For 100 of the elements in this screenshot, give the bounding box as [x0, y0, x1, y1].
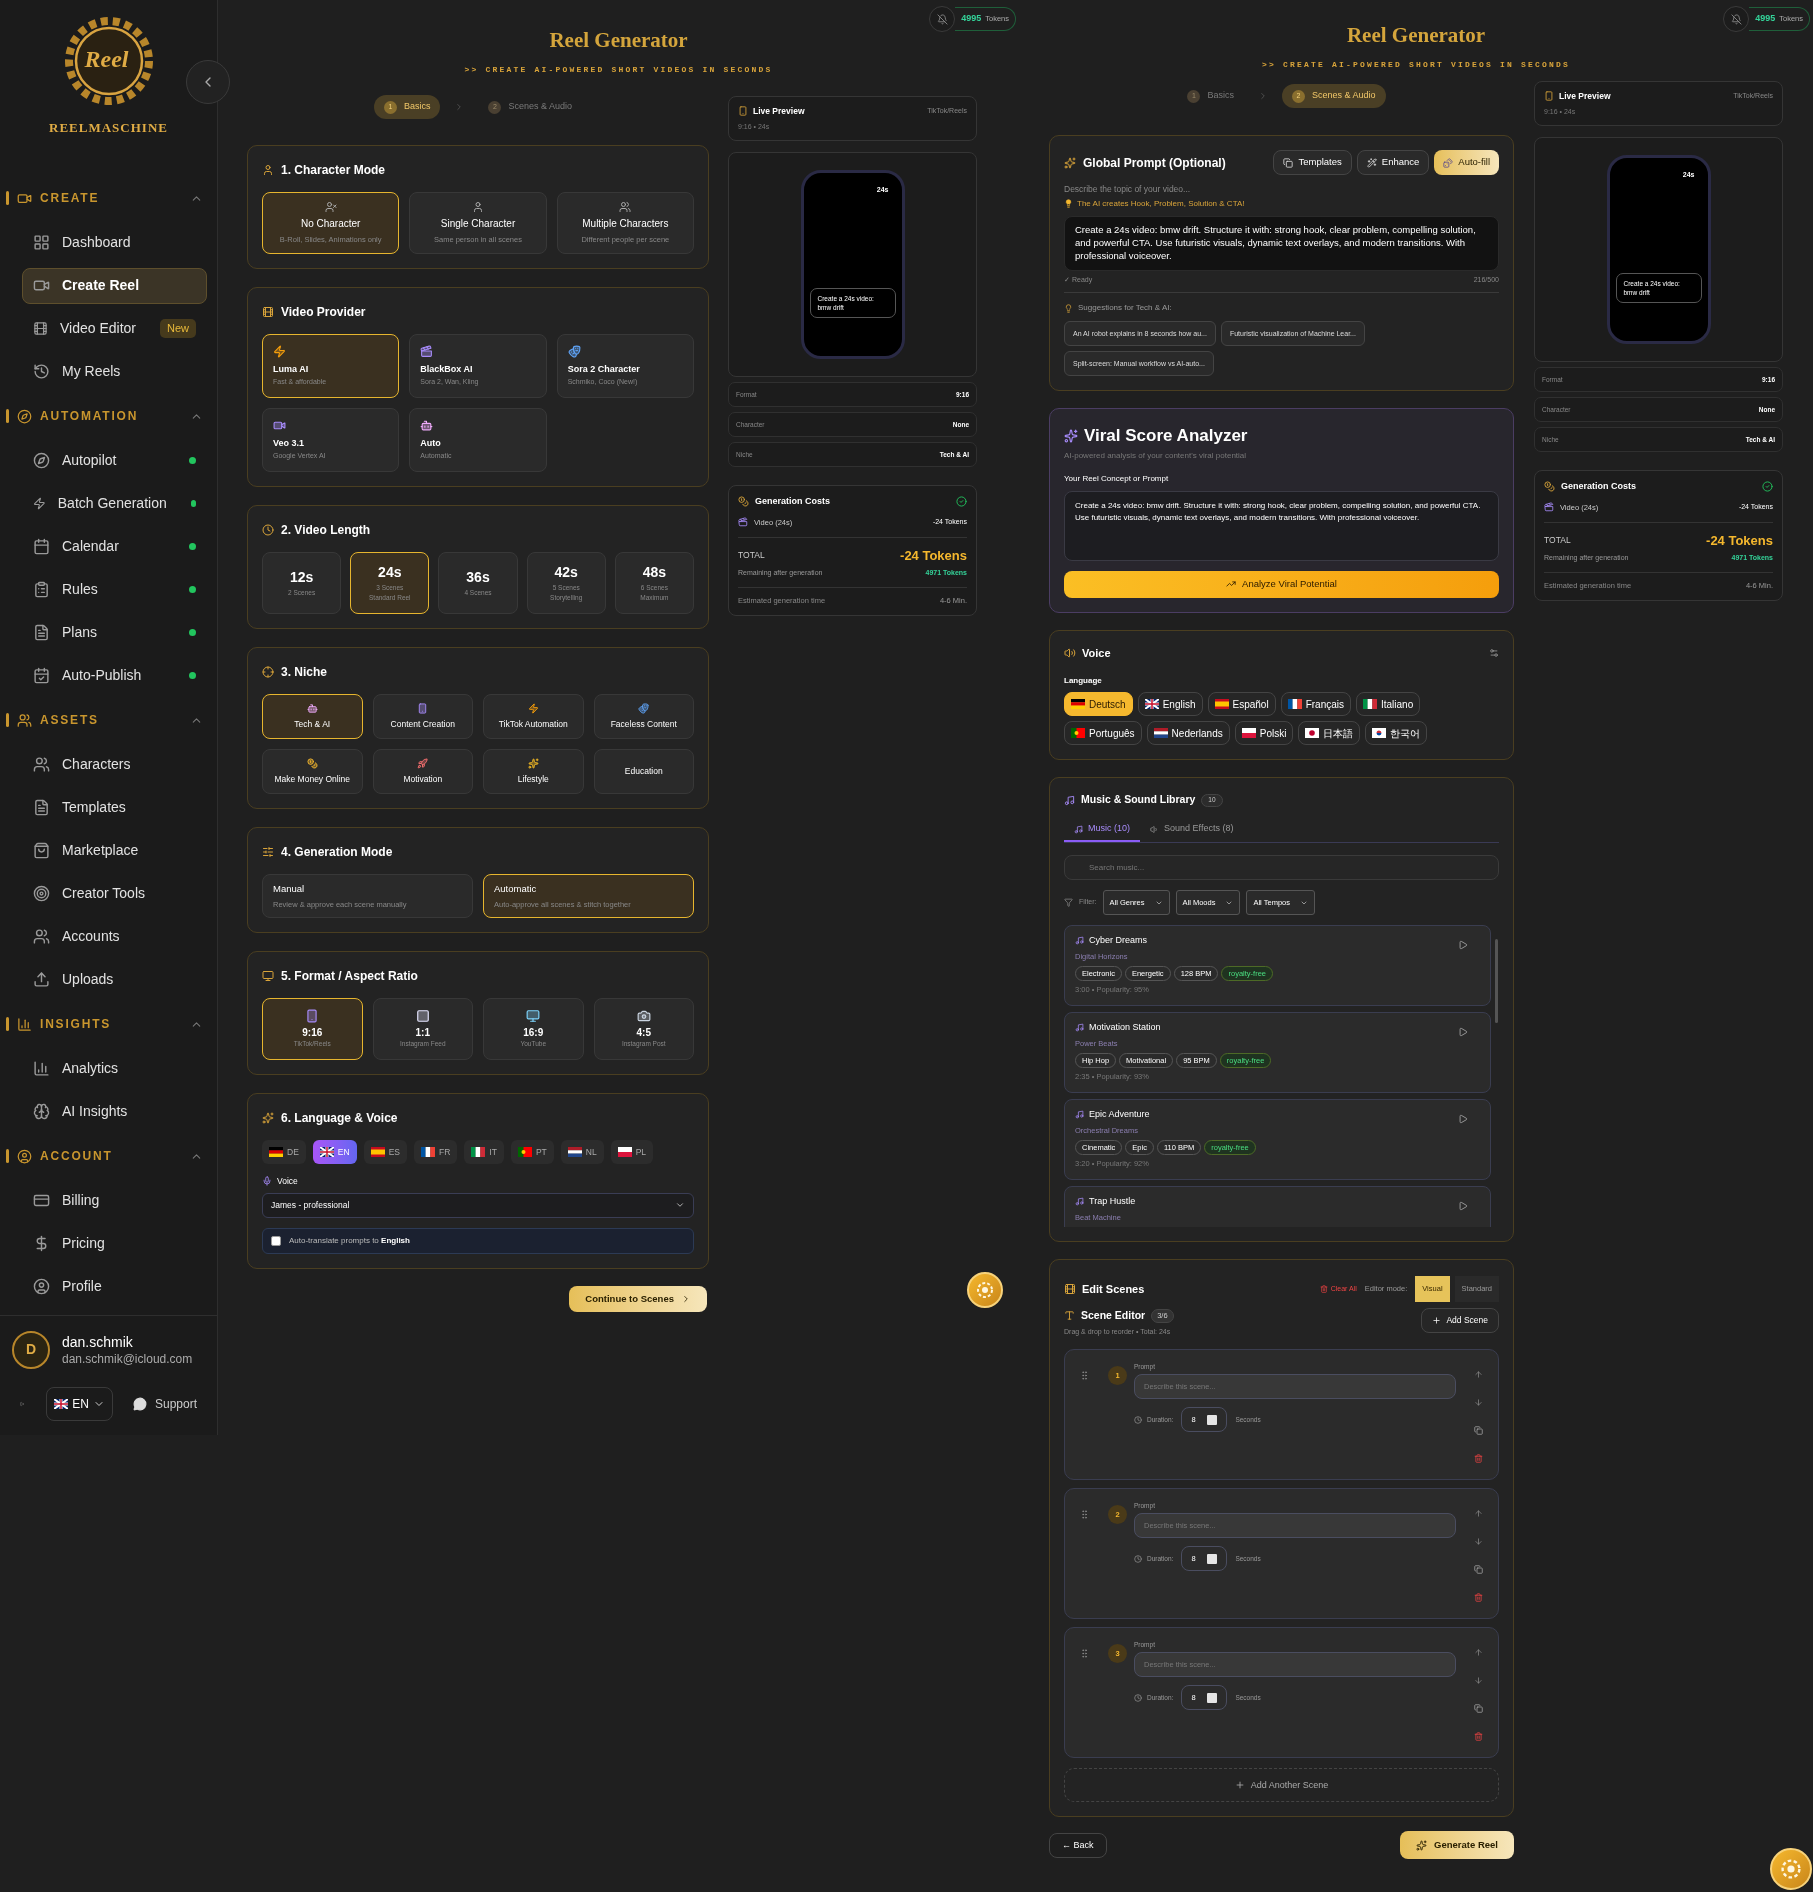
move-down-icon[interactable] — [1473, 1537, 1483, 1547]
notifications-off-button[interactable] — [929, 6, 956, 32]
sidebar-item[interactable]: Billing — [22, 1182, 207, 1219]
copy-icon[interactable] — [1473, 1426, 1483, 1436]
niche-option[interactable]: Faceless Content — [593, 694, 694, 739]
sidebar-item[interactable]: Templates — [22, 789, 207, 826]
settings-icon[interactable] — [1489, 648, 1499, 658]
niche-option[interactable]: Motivation — [372, 749, 473, 794]
tagline: >> CREATE AI-POWERED SHORT VIDEOS IN SECONDS — [1261, 59, 1570, 71]
voice-select[interactable]: James - professional — [262, 1192, 694, 1218]
sidebar-item[interactable]: Marketplace — [22, 832, 207, 869]
sidebar-item[interactable]: AI Insights — [22, 1093, 207, 1130]
language-chip[interactable]: EN — [312, 1140, 357, 1164]
prompt-textarea[interactable]: Create a 24s video: bmw drift. Structure it with: strong hook, clear problem, compelling solution, and powerful CTA. Use futuristic visuals, dynamic text overlays, and modern transitions. With professional voiceover. — [1064, 215, 1499, 271]
sidebar-item[interactable]: Autopilot — [22, 442, 207, 479]
language-chip[interactable]: NL — [560, 1140, 604, 1164]
phone-icon — [305, 1009, 320, 1024]
sidebar-item[interactable]: Uploads — [22, 961, 207, 998]
play-icon[interactable] — [1458, 1201, 1468, 1211]
play-icon[interactable] — [1458, 940, 1468, 950]
language-chip[interactable]: Español — [1207, 692, 1276, 717]
checkbox[interactable] — [271, 1235, 281, 1246]
play-icon[interactable] — [1458, 1027, 1468, 1037]
trash-icon[interactable] — [1473, 1732, 1483, 1742]
prompt-tool-button[interactable]: Templates — [1273, 150, 1352, 175]
concept-label: Your Reel Concept or Prompt — [1064, 472, 1170, 485]
generate-reel-button[interactable]: Generate Reel — [1400, 1831, 1514, 1860]
niche-option[interactable]: Content Creation — [372, 694, 473, 739]
language-chip[interactable]: IT — [464, 1140, 504, 1164]
add-another-scene-button[interactable]: Add Another Scene — [1064, 1768, 1499, 1803]
sidebar-item[interactable]: Auto-Publish — [22, 657, 207, 694]
prompt-tool-button[interactable]: Enhance — [1356, 150, 1430, 175]
copy-icon[interactable] — [1473, 1565, 1483, 1575]
section-header[interactable]: AUTOMATION — [0, 393, 217, 439]
move-up-icon[interactable] — [1473, 1370, 1483, 1380]
language-chip[interactable]: Français — [1280, 692, 1351, 717]
sidebar-item[interactable]: Plans — [22, 614, 207, 651]
analyze-button[interactable]: Analyze Viral Potential — [1064, 570, 1499, 598]
section-header[interactable]: CREATE — [0, 175, 217, 221]
niche-option[interactable]: Make Money Online — [262, 749, 363, 794]
sidebar-item[interactable]: Calendar — [22, 528, 207, 565]
sidebar-item[interactable]: Creator Tools — [22, 875, 207, 912]
sidebar-item[interactable]: Pricing — [22, 1225, 207, 1262]
continue-button[interactable]: Continue to Scenes — [569, 1285, 707, 1312]
play-icon[interactable] — [1458, 1114, 1468, 1124]
section-header[interactable]: ASSETS — [0, 697, 217, 743]
sidebar-item[interactable]: Dashboard — [22, 224, 207, 261]
language-dropdown[interactable]: EN — [46, 1387, 113, 1421]
sidebar-item[interactable]: Accounts — [22, 918, 207, 955]
sidebar-item[interactable]: Characters — [22, 746, 207, 783]
sidebar-item[interactable]: Create Reel — [22, 267, 207, 304]
library-tab[interactable]: Music (10) — [1064, 818, 1140, 842]
robot-icon — [420, 419, 434, 432]
drag-handle-icon[interactable] — [1079, 1370, 1090, 1382]
notifications-off-button[interactable] — [1723, 6, 1750, 32]
language-chip[interactable]: Polski — [1234, 721, 1294, 746]
move-down-icon[interactable] — [1473, 1398, 1483, 1408]
scrollbar-thumb[interactable] — [1495, 939, 1498, 1023]
language-chip[interactable]: Nederlands — [1146, 721, 1230, 746]
language-chip[interactable]: FR — [413, 1140, 458, 1164]
drag-handle-icon[interactable] — [1079, 1648, 1090, 1660]
language-chip[interactable]: Deutsch — [1064, 692, 1133, 717]
language-chip[interactable]: English — [1137, 692, 1203, 717]
floating-logo-button[interactable] — [1770, 1848, 1812, 1890]
move-up-icon[interactable] — [1473, 1509, 1483, 1519]
floating-logo-button[interactable] — [967, 1272, 1003, 1308]
trash-icon[interactable] — [1473, 1593, 1483, 1603]
sidebar-item[interactable]: Profile — [22, 1268, 207, 1305]
niche-option[interactable]: Tech & AI — [262, 694, 363, 739]
drag-handle-icon[interactable] — [1079, 1509, 1090, 1521]
support-link[interactable]: Support — [132, 1395, 197, 1413]
add-scene-button[interactable]: Add Scene — [1421, 1308, 1499, 1333]
language-chip[interactable]: ES — [363, 1140, 407, 1164]
section-header[interactable]: INSIGHTS — [0, 1001, 217, 1047]
back-button[interactable]: ← Back — [1049, 1832, 1107, 1858]
sidebar-item[interactable]: Rules — [22, 571, 207, 608]
language-chip[interactable]: 日本語 — [1298, 721, 1361, 746]
language-chip[interactable]: Italiano — [1356, 692, 1421, 717]
trash-icon[interactable] — [1473, 1454, 1483, 1464]
sidebar-item[interactable]: Analytics — [22, 1050, 207, 1087]
language-chip[interactable]: PL — [610, 1140, 654, 1164]
robot-icon — [306, 702, 318, 714]
sidebar-item[interactable]: Video Editor New — [22, 310, 207, 347]
search-field[interactable]: Search music... — [1064, 855, 1499, 880]
library-tab[interactable]: Sound Effects (8) — [1140, 818, 1244, 842]
language-chip[interactable]: 한국어 — [1365, 721, 1428, 746]
language-chip[interactable]: DE — [262, 1140, 306, 1164]
sidebar-item[interactable]: My Reels — [22, 353, 207, 390]
language-chip[interactable]: Português — [1064, 721, 1142, 746]
niche-option[interactable]: Lifestyle — [483, 749, 584, 794]
copy-icon[interactable] — [1473, 1704, 1483, 1714]
sidebar-item[interactable]: Batch Generation — [22, 485, 207, 522]
move-up-icon[interactable] — [1473, 1648, 1483, 1658]
concept-textarea[interactable]: Create a 24s video: bmw drift. Structure it with: strong hook, clear problem, compelling solution, and powerful CTA. Use futuristic visuals, dynamic text overlays, and modern transitions. With professional voiceover. — [1064, 490, 1499, 561]
niche-option[interactable]: TikTok Automation — [483, 694, 584, 739]
prompt-tool-button[interactable]: Auto-fill — [1434, 150, 1499, 175]
move-down-icon[interactable] — [1473, 1676, 1483, 1686]
language-chip[interactable]: PT — [510, 1140, 554, 1164]
niche-option[interactable]: Education — [593, 749, 694, 794]
section-header[interactable]: ACCOUNT — [0, 1133, 217, 1179]
